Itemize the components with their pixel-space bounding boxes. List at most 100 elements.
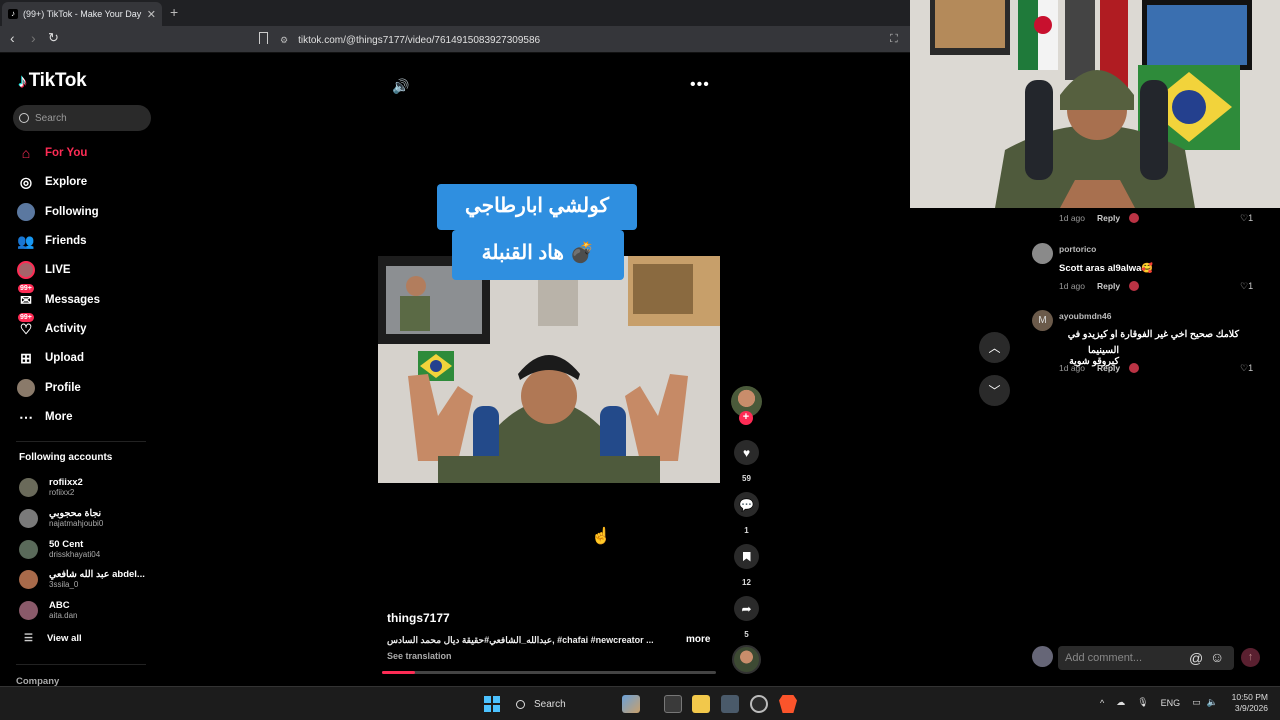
- sidebar-item-label: Following: [45, 206, 99, 218]
- comment-username[interactable]: portorico: [1059, 244, 1096, 254]
- commenter-avatar[interactable]: [1032, 243, 1053, 264]
- following-account-item[interactable]: عبد الله شافعي abdel... 3ssila_0: [19, 567, 145, 591]
- mention-icon[interactable]: @: [1189, 650, 1203, 666]
- avatar: [19, 600, 38, 620]
- volume-icon[interactable]: 🔊: [392, 78, 409, 95]
- sidebar-item-profile[interactable]: Profile: [16, 377, 81, 399]
- cloud-icon[interactable]: ☁: [1116, 697, 1125, 708]
- clock[interactable]: 10:50 PM 3/9/2026: [1228, 692, 1268, 714]
- windows-start-icon[interactable]: [484, 696, 500, 712]
- follow-plus-icon[interactable]: +: [739, 411, 753, 425]
- video-author[interactable]: things7177: [387, 611, 450, 625]
- search-input[interactable]: Search: [13, 105, 151, 131]
- comment-text: Scott aras al9alwa🥰: [1059, 263, 1154, 274]
- sidebar-item-more[interactable]: ⋯ More: [16, 406, 72, 428]
- account-name: 50 Cent: [49, 538, 84, 550]
- avatar: [19, 569, 38, 589]
- sidebar-item-label: Friends: [45, 235, 87, 247]
- following-avatar-icon: [16, 202, 36, 222]
- more-options-icon[interactable]: •••: [690, 76, 710, 94]
- sidebar-item-following[interactable]: Following: [16, 201, 99, 223]
- network-icon[interactable]: ▭: [1192, 697, 1201, 708]
- comment-button[interactable]: 💬: [734, 492, 759, 517]
- comments-panel: [1020, 208, 1280, 686]
- save-button[interactable]: [734, 544, 759, 569]
- sidebar-item-label: Profile: [45, 382, 81, 394]
- file-explorer-icon[interactable]: [692, 695, 710, 713]
- site-info-icon[interactable]: ⚙: [280, 35, 288, 46]
- video-player[interactable]: [378, 256, 720, 483]
- sidebar-item-live[interactable]: LIVE: [16, 259, 71, 281]
- like-button[interactable]: ♥: [734, 440, 759, 465]
- share-button[interactable]: ➦: [734, 596, 759, 621]
- system-tray[interactable]: ^ ☁ 🎙 ENG ▭ 🔈: [1100, 697, 1218, 708]
- following-account-item[interactable]: نجاة محجوبي najatmahjoubi0: [19, 506, 103, 530]
- language-indicator[interactable]: ENG: [1161, 698, 1181, 708]
- sidebar-item-friends[interactable]: 👥 Friends: [16, 230, 87, 252]
- taskbar-search-label: Search: [534, 698, 566, 710]
- camera-app-icon[interactable]: [721, 695, 739, 713]
- divider: [16, 441, 146, 442]
- comment-count: 1: [744, 526, 749, 535]
- post-comment-button[interactable]: ↑: [1241, 648, 1260, 667]
- messages-icon: ✉ 99+: [18, 284, 34, 308]
- forward-icon[interactable]: ›: [31, 30, 36, 46]
- add-comment-input[interactable]: Add comment...: [1058, 646, 1234, 670]
- reply-button[interactable]: Reply: [1097, 281, 1120, 291]
- live-icon: [16, 260, 36, 280]
- tiktok-favicon-icon: ♪: [8, 9, 18, 19]
- reply-button[interactable]: Reply: [1097, 213, 1120, 223]
- following-account-item[interactable]: rofiixx2 rofiixx2: [19, 475, 83, 499]
- see-translation-link[interactable]: See translation: [387, 651, 452, 661]
- heart-icon: ♥: [742, 445, 751, 460]
- sidebar-item-explore[interactable]: ◎ Explore: [16, 171, 87, 193]
- music-disc[interactable]: [732, 645, 761, 674]
- next-video-button[interactable]: ﹀: [979, 375, 1010, 406]
- close-tab-icon[interactable]: ✕: [147, 8, 156, 21]
- description-more-button[interactable]: more: [686, 634, 710, 645]
- previous-video-button[interactable]: ︿: [979, 332, 1010, 363]
- comment-username[interactable]: ayoubmdn46: [1059, 311, 1111, 321]
- sidebar-item-messages[interactable]: ✉ 99+ Messages: [16, 284, 100, 311]
- sidebar-item-for-you[interactable]: ⌂ For You: [16, 142, 88, 164]
- avatar: [19, 508, 38, 528]
- share-count: 5: [744, 630, 749, 639]
- comment-like[interactable]: ♡1: [1240, 363, 1253, 374]
- video-progress-fill: [382, 671, 416, 674]
- chevron-down-icon: ﹀: [988, 384, 1001, 398]
- back-icon[interactable]: ‹: [10, 30, 15, 46]
- recording-app-icon[interactable]: [750, 695, 768, 713]
- comment-like[interactable]: ♡1: [1240, 281, 1253, 292]
- emoji-icon[interactable]: ☺: [1210, 649, 1224, 665]
- view-all-button[interactable]: ☰ View all: [24, 633, 82, 644]
- video-progress-bar[interactable]: [382, 671, 716, 674]
- chevron-up-icon[interactable]: ^: [1100, 698, 1104, 708]
- commenter-avatar[interactable]: M: [1032, 310, 1053, 331]
- taskbar-search[interactable]: Search: [508, 692, 566, 716]
- webcam-image: [910, 0, 1280, 208]
- sidebar-item-upload[interactable]: ⊞ Upload: [16, 347, 84, 369]
- volume-icon[interactable]: 🔈: [1207, 697, 1218, 708]
- comment-like-count: 1: [1248, 213, 1254, 223]
- reload-icon[interactable]: ↻: [48, 30, 59, 46]
- compass-icon: ◎: [19, 173, 33, 190]
- widgets-icon[interactable]: [622, 695, 640, 713]
- task-view-icon[interactable]: [664, 695, 682, 713]
- more-dots-icon: ⋯: [19, 408, 33, 425]
- tiktok-note-icon: ♪: [18, 70, 27, 91]
- address-bar[interactable]: ⚙ tiktok.com/@things7177/video/761491508…: [280, 30, 900, 50]
- reader-mode-icon[interactable]: ⛶: [890, 33, 898, 46]
- tiktok-logo[interactable]: ♪ TikTok: [18, 70, 87, 92]
- comment-time: 1d ago: [1059, 281, 1085, 291]
- reply-button[interactable]: Reply: [1097, 363, 1120, 373]
- account-name: نجاة محجوبي: [49, 507, 102, 519]
- microphone-icon[interactable]: 🎙: [1137, 697, 1148, 708]
- following-account-item[interactable]: ABC aita.dan: [19, 598, 77, 622]
- home-icon: ⌂: [21, 145, 31, 161]
- comment-like[interactable]: ♡1: [1240, 213, 1253, 224]
- bookmark-icon[interactable]: [259, 32, 268, 44]
- sidebar-item-activity[interactable]: ♡ 99+ Activity: [16, 313, 87, 340]
- following-account-item[interactable]: 50 Cent drisskhayati04: [19, 537, 100, 561]
- new-tab-button[interactable]: +: [170, 4, 178, 20]
- browser-tab[interactable]: ♪ (99+) TikTok - Make Your Day ✕: [2, 2, 162, 26]
